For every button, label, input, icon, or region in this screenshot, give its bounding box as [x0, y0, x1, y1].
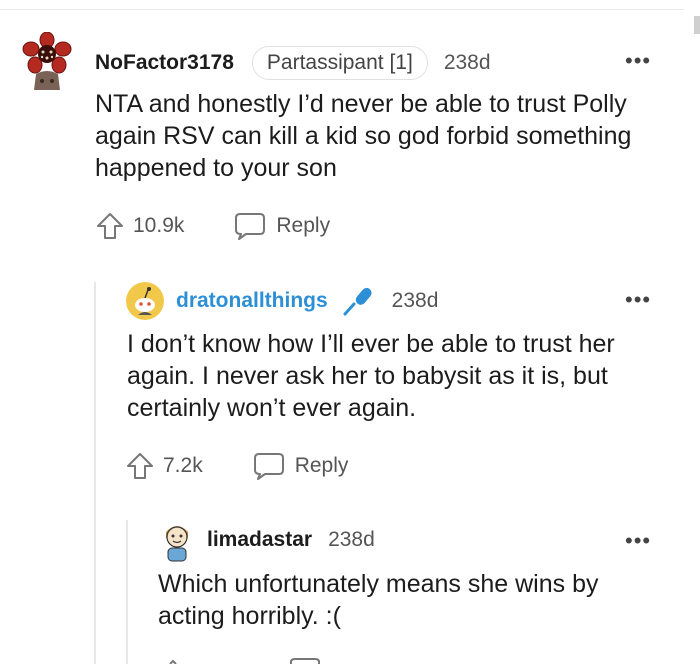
speech-bubble-icon — [235, 213, 266, 240]
comment-age: 238d — [391, 289, 439, 312]
reply-button[interactable]: Reply — [234, 211, 330, 241]
comment-body: Which unfortunately means she wins by ac… — [158, 570, 599, 630]
top-divider — [0, 9, 684, 10]
comment-username[interactable]: limadastar — [207, 528, 312, 552]
vote-count: 7.2k — [163, 454, 203, 477]
comment-username[interactable]: NoFactor3178 — [95, 51, 234, 75]
upvote-arrow-icon[interactable] — [158, 656, 188, 664]
microphone-icon — [343, 287, 372, 316]
snoo-avatar-icon[interactable] — [125, 281, 165, 321]
more-options-icon[interactable]: ••• — [625, 50, 651, 72]
reply-label: Reply — [294, 454, 349, 477]
comment-body: NTA and honestly I’d never be able to tr… — [95, 90, 632, 182]
comment-username[interactable]: dratonallthings — [176, 289, 328, 313]
thread-line[interactable] — [126, 520, 128, 664]
reply-button[interactable]: Reply — [253, 451, 349, 481]
scrollbar-thumb[interactable] — [694, 16, 700, 34]
more-options-icon[interactable]: ••• — [625, 289, 651, 311]
reply-label: Reply — [276, 214, 331, 237]
comment-age: 238d — [328, 528, 375, 551]
comment-body: I don’t know how I’ll ever be able to tr… — [127, 330, 615, 422]
cartoon-person-avatar-icon[interactable] — [160, 520, 194, 562]
comment-age: 238d — [443, 51, 491, 74]
user-flair: Partassipant [1] — [251, 46, 428, 80]
upvote-arrow-icon — [97, 213, 123, 239]
upvote-button[interactable]: 7.2k — [125, 451, 203, 481]
upvote-arrow-icon — [127, 453, 153, 479]
vote-count: 10.9k — [133, 214, 185, 237]
speech-bubble-icon — [253, 453, 284, 480]
upvote-button[interactable]: 10.9k — [95, 211, 184, 241]
more-options-icon[interactable]: ••• — [625, 530, 651, 552]
thread-line[interactable] — [94, 282, 96, 664]
speech-bubble-icon[interactable] — [289, 657, 321, 664]
flower-monster-avatar-icon[interactable] — [22, 32, 72, 92]
